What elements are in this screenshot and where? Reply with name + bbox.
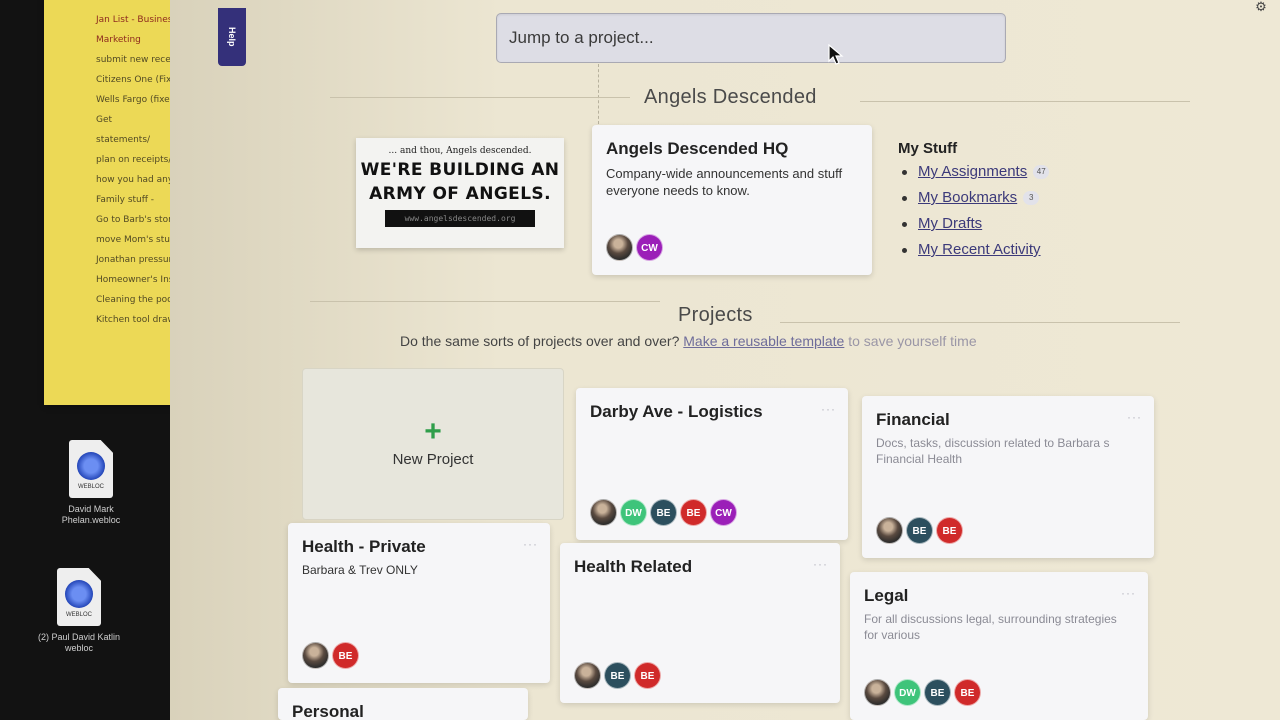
user-initials-avatar[interactable]: DW [620,499,647,526]
project-avatars: DW BE BE CW [590,499,737,526]
project-description: For all discussions legal, surrounding s… [864,612,1117,642]
user-photo-avatar[interactable] [864,679,891,706]
divider [860,101,1190,102]
my-stuff-link[interactable]: My Assignments [918,163,1027,180]
project-avatars: DW BE BE [864,679,981,706]
divider [780,322,1180,323]
user-initials-avatar[interactable]: BE [906,517,933,544]
webloc-file-icon: WEBLOC [57,568,101,626]
divider [310,301,660,302]
user-initials-avatar[interactable]: BE [650,499,677,526]
project-card[interactable]: Health - Private Barbara & Trev ONLY ··· BE [288,523,550,683]
app-window: Help ⚙ Angels Descended ... and thou, An… [170,0,1280,720]
webloc-file-icon: WEBLOC [69,440,113,498]
hq-avatars: CW [606,234,663,261]
project-title: Financial [876,410,950,429]
project-title: Health - Private [302,537,426,556]
user-photo-avatar[interactable] [590,499,617,526]
mouse-cursor-icon [828,44,844,65]
user-initials-avatar[interactable]: BE [924,679,951,706]
project-title: Personal [292,702,364,720]
card-menu-icon[interactable]: ··· [1127,410,1142,424]
my-stuff-link[interactable]: My Bookmarks [918,189,1017,206]
count-badge: 47 [1033,165,1050,180]
user-photo-avatar[interactable] [876,517,903,544]
my-stuff-heading: My Stuff [898,140,958,157]
project-avatars: BE [302,642,359,669]
user-initials-avatar[interactable]: BE [954,679,981,706]
projects-subtitle: Do the same sorts of projects over and o… [400,333,977,349]
card-menu-icon[interactable]: ··· [821,402,836,416]
hq-description: Company-wide announcements and stuff eve… [606,166,843,198]
desktop-file-icon[interactable]: WEBLOC (2) Paul David Katlin webloc [34,568,124,654]
project-card[interactable]: Legal For all discussions legal, surround… [850,572,1148,720]
plus-icon: + [424,415,442,448]
project-card[interactable]: Financial Docs, tasks, discussion related… [862,396,1154,558]
user-initials-avatar[interactable]: CW [636,234,663,261]
user-photo-avatar[interactable] [302,642,329,669]
my-stuff-link[interactable]: My Recent Activity [918,241,1041,258]
user-photo-avatar[interactable] [574,662,601,689]
company-title: Angels Descended [644,86,817,108]
my-stuff-item: My Drafts [898,215,1049,241]
divider [330,97,630,98]
gear-icon[interactable]: ⚙ [1254,0,1268,14]
user-initials-avatar[interactable]: BE [680,499,707,526]
desktop-file-label: (2) Paul David Katlin webloc [37,632,121,653]
project-description: Barbara & Trev ONLY [302,563,418,577]
hq-card[interactable]: Angels Descended HQ Company-wide announc… [592,125,872,275]
desktop-file-icon[interactable]: WEBLOC David Mark Phelan.webloc [46,440,136,526]
user-initials-avatar[interactable]: BE [332,642,359,669]
user-initials-avatar[interactable]: BE [936,517,963,544]
project-avatars: BE BE [876,517,963,544]
my-stuff-item: My Recent Activity [898,241,1049,267]
divider [598,64,599,124]
project-card[interactable]: Darby Ave - Logistics ··· DW BE BE CW [576,388,848,540]
help-tab[interactable]: Help [218,8,246,66]
desktop-file-label: David Mark Phelan.webloc [61,504,121,525]
user-initials-avatar[interactable]: BE [604,662,631,689]
card-menu-icon[interactable]: ··· [523,537,538,551]
new-project-button[interactable]: + New Project [302,368,564,520]
desktop-background: Jan List - Business Marketing submit new r… [0,0,216,720]
card-menu-icon[interactable]: ··· [813,557,828,571]
hq-title: Angels Descended HQ [606,139,789,158]
company-logo-banner: ... and thou, Angels descended. WE'RE BU… [356,138,564,248]
jump-to-project-input[interactable] [496,13,1006,63]
projects-title: Projects [678,304,753,326]
project-card[interactable]: Health Related ··· BE BE [560,543,840,703]
card-menu-icon[interactable]: ··· [1121,586,1136,600]
user-initials-avatar[interactable]: DW [894,679,921,706]
my-stuff-item: My Assignments 47 [898,163,1050,189]
project-description: Docs, tasks, discussion related to Barba… [876,436,1110,466]
my-stuff-link[interactable]: My Drafts [918,215,982,232]
my-stuff-panel: My Stuff My Assignments 47 My Bookmarks 3 My… [898,140,1050,267]
project-avatars: BE BE [574,662,661,689]
user-photo-avatar[interactable] [606,234,633,261]
my-stuff-item: My Bookmarks 3 [898,189,1049,215]
project-title: Darby Ave - Logistics [590,402,763,421]
project-card[interactable]: Personal [278,688,528,720]
count-badge: 3 [1023,191,1040,206]
make-template-link[interactable]: Make a reusable template [683,333,844,349]
project-title: Legal [864,586,909,605]
user-initials-avatar[interactable]: BE [634,662,661,689]
user-initials-avatar[interactable]: CW [710,499,737,526]
project-title: Health Related [574,557,693,576]
